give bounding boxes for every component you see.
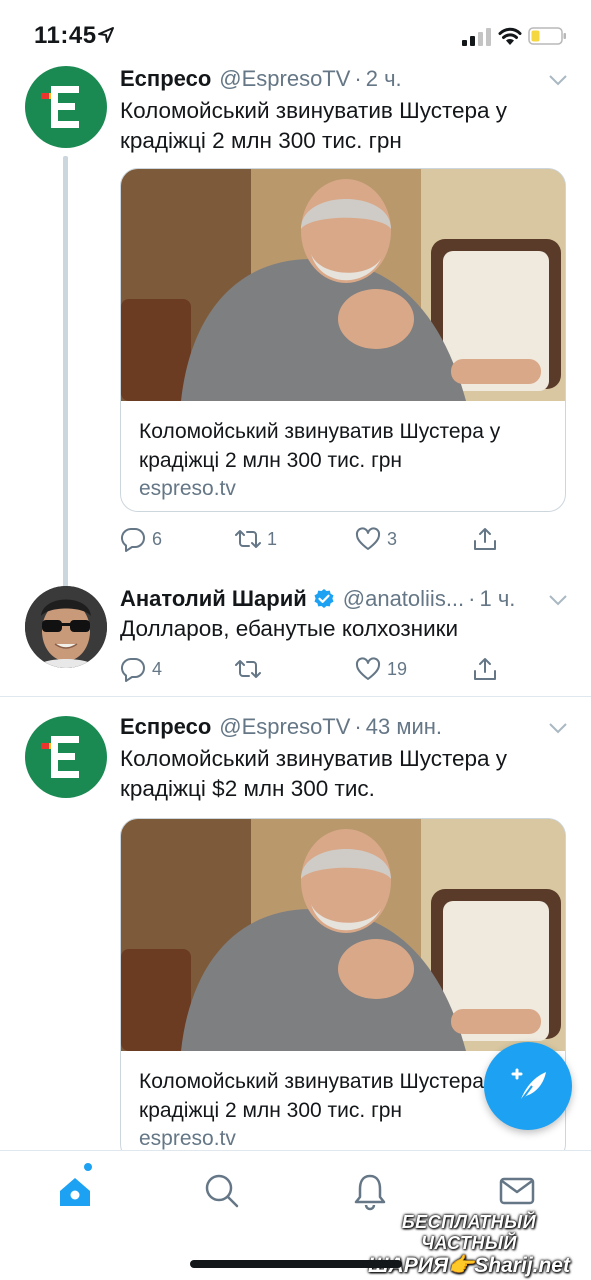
home-indicator[interactable] bbox=[190, 1260, 402, 1268]
tweet[interactable]: Еспресо @EspresoTV · 2 ч. Коломойський з… bbox=[0, 66, 591, 644]
like-button[interactable]: 19 bbox=[355, 654, 407, 684]
compose-icon bbox=[511, 1068, 546, 1103]
card-domain: espreso.tv bbox=[139, 1127, 236, 1150]
separator: · bbox=[354, 66, 362, 91]
caret-down-icon[interactable] bbox=[548, 594, 568, 606]
tweet-divider bbox=[0, 696, 591, 697]
tweet-text: Коломойський звинуватив Шустера у крадіж… bbox=[120, 746, 508, 801]
handle[interactable]: @anatoliis... bbox=[343, 586, 464, 612]
display-name[interactable]: Анатолий Шарий bbox=[120, 586, 307, 612]
card-domain: espreso.tv bbox=[139, 477, 236, 500]
compose-tweet-button[interactable] bbox=[484, 1042, 572, 1130]
tweet-text: Долларов, ебанутые колхозники bbox=[120, 616, 459, 641]
verified-icon bbox=[314, 589, 334, 608]
like-count: 19 bbox=[387, 658, 408, 679]
display-name[interactable]: Еспресо bbox=[120, 66, 211, 92]
timestamp: 43 мин. bbox=[365, 714, 443, 739]
handle[interactable]: @EspresoTV bbox=[219, 66, 350, 92]
timestamp: 1 ч. bbox=[479, 586, 516, 611]
messages-icon bbox=[499, 1177, 535, 1205]
status-time: 11:45 bbox=[34, 22, 97, 49]
wifi-icon bbox=[498, 27, 522, 45]
reply-button[interactable]: 6 bbox=[120, 524, 162, 554]
tweet-actions: 6 1 3 bbox=[120, 524, 520, 554]
reply-count: 4 bbox=[152, 658, 163, 679]
timeline-feed[interactable]: Еспресо @EspresoTV · 2 ч. Коломойський з… bbox=[0, 66, 591, 1150]
tweet[interactable]: Анатолий Шарий @anatoliis... · 1 ч. Долл… bbox=[0, 578, 591, 698]
watermark: БЕСПЛАТНЫЙ ЧАСТНЫЙ ШАРИЯ👉Sharij.net bbox=[358, 1212, 580, 1278]
caret-down-icon[interactable] bbox=[548, 74, 568, 86]
share-icon bbox=[474, 528, 496, 550]
tab-search[interactable] bbox=[202, 1171, 242, 1211]
display-name[interactable]: Еспресо bbox=[120, 714, 211, 740]
share-button[interactable] bbox=[472, 654, 498, 684]
like-icon bbox=[355, 527, 381, 550]
like-icon bbox=[355, 657, 381, 680]
tweet-text: Коломойський звинуватив Шустера у крадіж… bbox=[120, 98, 508, 153]
status-bar: 11:45 bbox=[0, 0, 591, 66]
share-button[interactable] bbox=[472, 524, 498, 554]
thread-line bbox=[63, 156, 68, 644]
share-icon bbox=[474, 658, 496, 680]
like-button[interactable]: 3 bbox=[355, 524, 397, 554]
separator: · bbox=[354, 714, 362, 739]
notifications-icon bbox=[354, 1174, 386, 1211]
card-title: Коломойський звинуватив Шустера у крадіж… bbox=[139, 420, 501, 472]
reply-icon bbox=[120, 657, 145, 682]
tweet-header: Еспресо @EspresoTV · 43 мин. bbox=[120, 714, 442, 740]
avatar[interactable] bbox=[25, 586, 107, 668]
home-new-indicator bbox=[84, 1163, 92, 1171]
reply-icon bbox=[120, 527, 145, 552]
reply-count: 6 bbox=[152, 528, 163, 549]
search-icon bbox=[205, 1174, 239, 1208]
tab-home[interactable] bbox=[55, 1171, 95, 1211]
espreso-logo-icon bbox=[41, 86, 79, 128]
avatar[interactable] bbox=[25, 66, 107, 148]
timestamp: 2 ч. bbox=[365, 66, 402, 91]
separator: · bbox=[468, 586, 476, 611]
tab-notifications[interactable] bbox=[350, 1171, 390, 1211]
signal-icon bbox=[462, 28, 491, 46]
retweet-icon bbox=[235, 530, 261, 548]
tab-messages[interactable] bbox=[497, 1171, 537, 1211]
retweet-button[interactable]: 1 bbox=[235, 524, 277, 554]
watermark-line-1: БЕСПЛАТНЫЙ ЧАСТНЫЙ bbox=[401, 1212, 537, 1253]
tweet-header: Еспресо @EspresoTV · 2 ч. bbox=[120, 66, 402, 92]
card-image[interactable] bbox=[121, 169, 566, 401]
tweet-header: Анатолий Шарий @anatoliis... · 1 ч. bbox=[120, 586, 515, 612]
battery-icon bbox=[528, 27, 566, 45]
avatar[interactable] bbox=[25, 716, 107, 798]
caret-down-icon[interactable] bbox=[548, 722, 568, 734]
home-icon bbox=[60, 1178, 90, 1206]
like-count: 3 bbox=[387, 528, 398, 549]
reply-button[interactable]: 4 bbox=[120, 654, 162, 684]
retweet-count: 1 bbox=[267, 528, 278, 549]
retweet-button[interactable] bbox=[235, 654, 267, 684]
espreso-logo-icon bbox=[41, 736, 79, 778]
location-arrow-icon bbox=[98, 27, 114, 43]
tweet-actions: 4 19 bbox=[120, 654, 520, 684]
retweet-icon bbox=[235, 660, 261, 678]
avatar-photo bbox=[25, 586, 107, 668]
link-card[interactable]: Коломойський звинуватив Шустера у крадіж… bbox=[120, 168, 566, 512]
handle[interactable]: @EspresoTV bbox=[219, 714, 350, 740]
card-image[interactable] bbox=[121, 819, 566, 1051]
